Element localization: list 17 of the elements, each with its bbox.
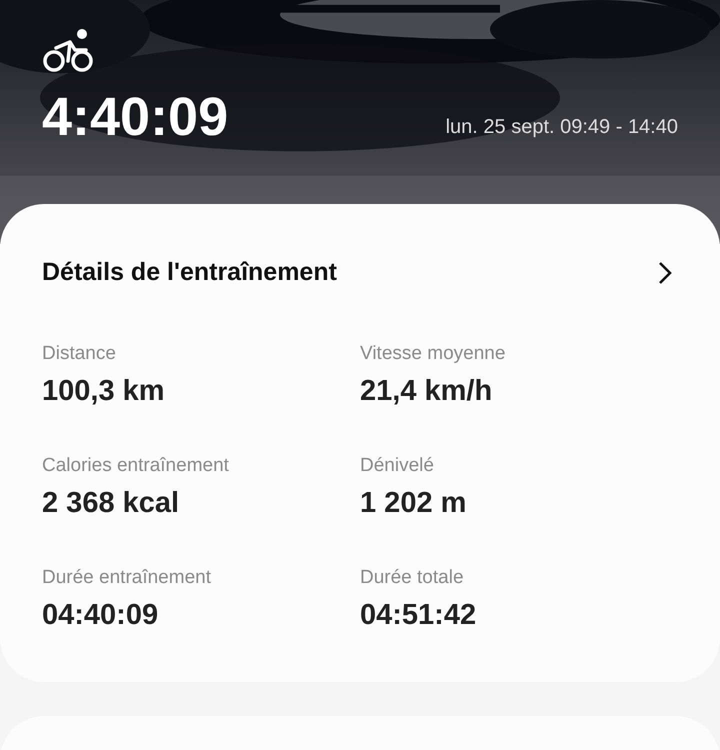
workout-duration: 4:40:09 bbox=[42, 90, 228, 144]
stat-label: Durée entraînement bbox=[42, 566, 212, 590]
stat-value: 1 202 m bbox=[360, 486, 468, 521]
cyclist-icon bbox=[42, 28, 94, 72]
date-range: lun. 25 sept. 09:49 - 14:40 bbox=[446, 115, 678, 140]
chevron-right-icon[interactable] bbox=[658, 260, 672, 285]
stat-value: 04:51:42 bbox=[360, 598, 478, 633]
stat-label: Distance bbox=[42, 342, 117, 366]
stat-value: 100,3 km bbox=[42, 374, 166, 409]
stat-value: 21,4 km/h bbox=[360, 374, 494, 409]
stat-value: 2 368 kcal bbox=[42, 486, 180, 521]
stat-label: Calories entraînement bbox=[42, 454, 230, 478]
stat-value: 04:40:09 bbox=[42, 598, 160, 633]
stat-label: Dénivelé bbox=[360, 454, 435, 478]
stat-label: Durée totale bbox=[360, 566, 465, 590]
stat-label: Vitesse moyenne bbox=[360, 342, 506, 366]
section-title: Détails de l'entraînement bbox=[42, 257, 337, 288]
